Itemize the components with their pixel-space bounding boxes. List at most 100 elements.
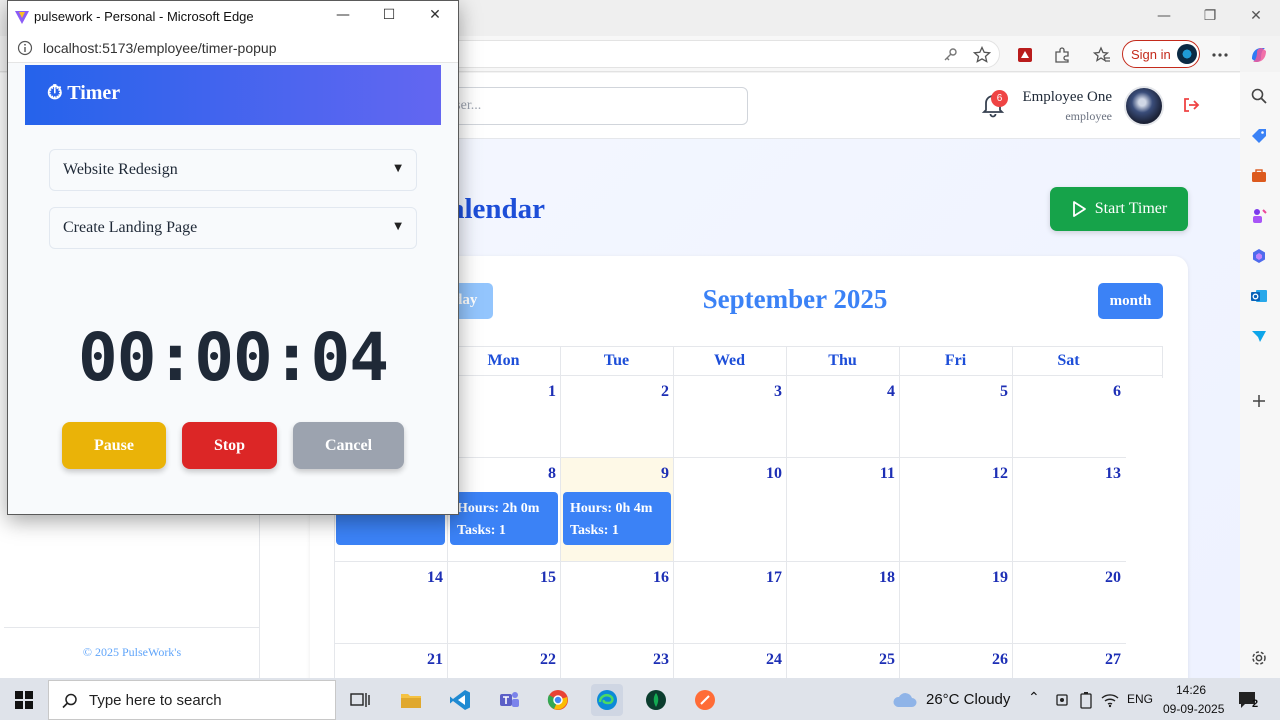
weekday-thu: Thu xyxy=(828,352,857,369)
user-role: employee xyxy=(1065,109,1112,123)
project-select[interactable]: Website Redesign ▼ xyxy=(49,149,417,191)
timer-popup-window: pulsework - Personal - Microsoft Edge — … xyxy=(7,0,459,515)
more-options-icon[interactable] xyxy=(1209,44,1231,66)
search-icon xyxy=(62,693,77,709)
clock-time[interactable]: 14:26 xyxy=(1176,683,1206,697)
day-number[interactable]: 8 xyxy=(456,465,556,483)
language-indicator[interactable]: ENG xyxy=(1127,692,1153,706)
day-number[interactable]: 25 xyxy=(795,651,895,669)
day-number[interactable]: 21 xyxy=(343,651,443,669)
grid-line xyxy=(673,346,674,678)
games-icon[interactable] xyxy=(1248,205,1270,227)
day-number[interactable]: 13 xyxy=(1021,465,1121,483)
grid-line xyxy=(334,643,1126,644)
day-number[interactable]: 1 xyxy=(456,383,556,401)
day-number[interactable]: 6 xyxy=(1021,383,1121,401)
day-number[interactable]: 22 xyxy=(456,651,556,669)
favorite-star-icon[interactable] xyxy=(971,44,993,66)
day-number[interactable]: 2 xyxy=(569,383,669,401)
event-hours: Hours: 2h 0m xyxy=(457,501,540,516)
send-icon[interactable] xyxy=(1248,325,1270,347)
month-view-button[interactable]: month xyxy=(1098,283,1163,319)
page-title: alendar xyxy=(450,193,546,225)
edge-icon[interactable] xyxy=(591,684,623,716)
day-number[interactable]: 5 xyxy=(908,383,1008,401)
day-number[interactable]: 17 xyxy=(682,569,782,587)
restore-icon[interactable]: ❐ xyxy=(1198,8,1222,28)
weather-text[interactable]: 26°C Cloudy xyxy=(926,691,1010,708)
search-icon[interactable] xyxy=(1248,85,1270,107)
sign-in-button[interactable]: Sign in xyxy=(1122,40,1200,68)
add-icon[interactable] xyxy=(1248,390,1270,412)
day-number[interactable]: 9 xyxy=(569,465,669,483)
favorites-icon[interactable] xyxy=(1091,44,1113,66)
close-icon[interactable]: ✕ xyxy=(1244,8,1268,28)
grid-line xyxy=(899,346,900,678)
start-timer-button[interactable]: Start Timer xyxy=(1050,187,1188,231)
chrome-icon[interactable] xyxy=(542,684,574,716)
stop-button[interactable]: Stop xyxy=(182,422,277,469)
user-avatar[interactable] xyxy=(1124,86,1164,126)
day-number[interactable]: 23 xyxy=(569,651,669,669)
day-number[interactable]: 12 xyxy=(908,465,1008,483)
popup-address-bar[interactable]: localhost:5173/employee/timer-popup xyxy=(8,33,458,63)
dropdown-caret-icon: ▼ xyxy=(394,163,402,174)
day-number[interactable]: 11 xyxy=(795,465,895,483)
task-select[interactable]: Create Landing Page ▼ xyxy=(49,207,417,249)
minimize-icon[interactable]: — xyxy=(1152,8,1176,28)
tools-briefcase-icon[interactable] xyxy=(1248,165,1270,187)
shopping-tag-icon[interactable] xyxy=(1248,125,1270,147)
file-explorer-icon[interactable] xyxy=(395,684,427,716)
popup-minimize-icon[interactable]: — xyxy=(328,7,358,27)
cancel-button[interactable]: Cancel xyxy=(293,422,404,469)
calendar-event[interactable]: Hours: 0h 4m Tasks: 1 xyxy=(563,492,671,545)
grid-line xyxy=(786,346,787,678)
day-number[interactable]: 4 xyxy=(795,383,895,401)
day-number[interactable]: 14 xyxy=(343,569,443,587)
settings-gear-icon[interactable] xyxy=(1248,647,1270,669)
clock-date[interactable]: 09-09-2025 xyxy=(1163,702,1224,716)
wifi-icon[interactable] xyxy=(1094,684,1126,716)
microsoft365-icon[interactable] xyxy=(1248,245,1270,267)
play-icon xyxy=(1072,201,1086,217)
password-key-icon[interactable] xyxy=(939,44,961,66)
popup-maximize-icon[interactable]: ☐ xyxy=(374,7,404,27)
logout-icon[interactable] xyxy=(1181,95,1201,115)
extension-icon[interactable] xyxy=(1014,44,1036,66)
notification-center-count: 2 xyxy=(1252,698,1259,710)
day-number[interactable]: 15 xyxy=(456,569,556,587)
outlook-icon[interactable] xyxy=(1248,285,1270,307)
app-search-input[interactable]: or user... xyxy=(420,87,748,125)
day-number[interactable]: 3 xyxy=(682,383,782,401)
info-icon[interactable] xyxy=(17,40,33,56)
task-select-value: Create Landing Page xyxy=(63,219,198,236)
timer-display: 00:00:04 xyxy=(78,319,389,396)
calendar-event[interactable]: Hours: 2h 0m Tasks: 1 xyxy=(450,492,558,545)
start-timer-label: Start Timer xyxy=(1094,200,1168,217)
month-label: September 2025 xyxy=(702,284,888,314)
windows-start-icon[interactable] xyxy=(8,684,40,716)
vscode-icon[interactable] xyxy=(444,684,476,716)
show-hidden-icons-icon[interactable]: ⌃ xyxy=(1028,689,1040,706)
task-view-icon[interactable] xyxy=(344,684,376,716)
day-number[interactable]: 24 xyxy=(682,651,782,669)
mongodb-compass-icon[interactable] xyxy=(640,684,672,716)
user-name: Employee One xyxy=(1022,89,1112,105)
event-tasks: Tasks: 1 xyxy=(457,523,506,538)
day-number[interactable]: 19 xyxy=(908,569,1008,587)
taskbar-search-input[interactable]: Type here to search xyxy=(48,680,336,720)
day-number[interactable]: 16 xyxy=(569,569,669,587)
extensions-puzzle-icon[interactable] xyxy=(1051,44,1073,66)
popup-close-icon[interactable]: ✕ xyxy=(420,7,450,27)
day-number[interactable]: 20 xyxy=(1021,569,1121,587)
day-number[interactable]: 18 xyxy=(795,569,895,587)
postman-icon[interactable] xyxy=(689,684,721,716)
day-number[interactable]: 26 xyxy=(908,651,1008,669)
popup-url: localhost:5173/employee/timer-popup xyxy=(43,40,277,56)
day-number[interactable]: 10 xyxy=(682,465,782,483)
notification-center-icon[interactable] xyxy=(1232,684,1264,716)
copilot-icon[interactable] xyxy=(1248,44,1270,66)
day-number[interactable]: 27 xyxy=(1021,651,1121,669)
pause-button[interactable]: Pause xyxy=(62,422,166,469)
teams-icon[interactable] xyxy=(493,684,525,716)
